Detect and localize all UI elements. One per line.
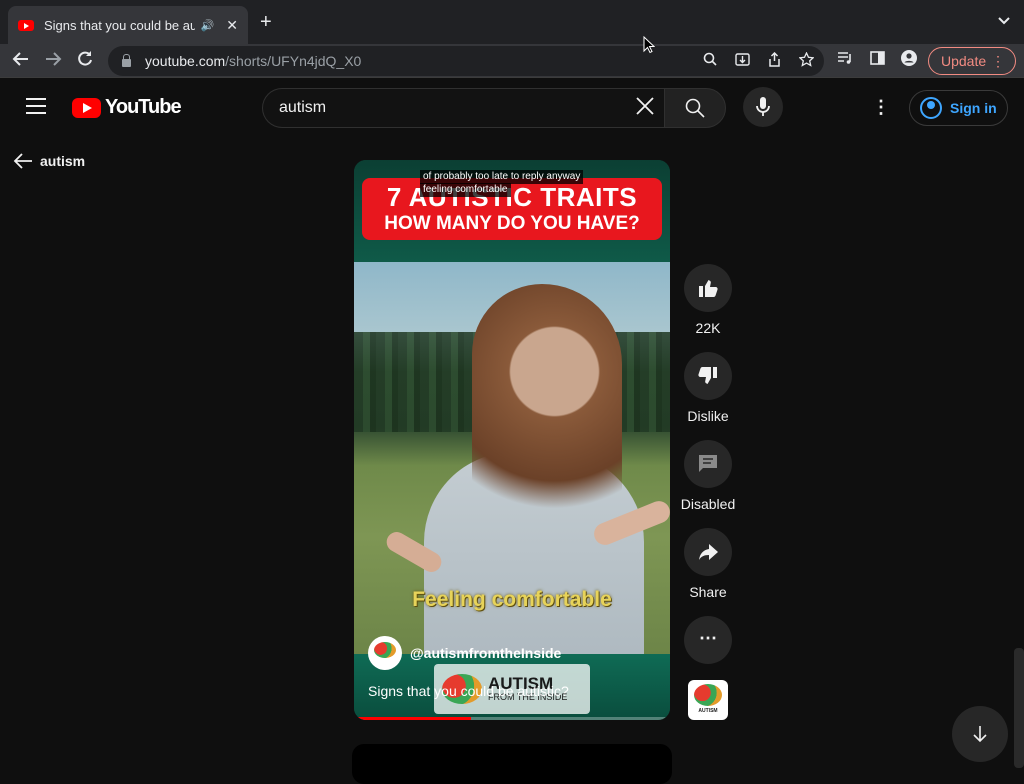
back-to-search[interactable]: autism xyxy=(12,150,85,172)
thumb-down-icon xyxy=(698,367,717,384)
sign-in-label: Sign in xyxy=(950,100,997,116)
reload-icon[interactable] xyxy=(74,50,96,72)
banner-line-2: HOW MANY DO YOU HAVE? xyxy=(384,213,640,234)
share-button[interactable] xyxy=(684,528,732,576)
update-label: Update xyxy=(941,53,987,69)
youtube-favicon-icon xyxy=(18,19,34,31)
share-arrow-icon xyxy=(699,544,718,560)
microphone-icon xyxy=(756,97,770,116)
tab-title: Signs that you could be autistic? xyxy=(44,17,195,33)
media-controls-icon[interactable] xyxy=(836,50,854,70)
channel-row[interactable]: @autismfromtheInside xyxy=(368,636,561,670)
video-progress-bar[interactable] xyxy=(354,717,670,720)
dislike-button[interactable] xyxy=(684,352,732,400)
tab-audio-icon[interactable]: 🔊 xyxy=(201,19,215,32)
dislike-action: Dislike xyxy=(680,352,736,424)
search-button[interactable] xyxy=(664,88,726,128)
search-icon xyxy=(685,98,705,118)
channel-avatar[interactable] xyxy=(368,636,402,670)
url-host: youtube.com xyxy=(145,53,226,69)
next-short-button[interactable] xyxy=(952,706,1008,762)
dislike-label: Dislike xyxy=(687,408,729,424)
channel-thumbnail-text: AUTISM xyxy=(698,708,718,714)
banner-line-1: 7 AUTISTIC TRAITS xyxy=(386,182,638,212)
caption-line-1: of probably too late to reply anyway xyxy=(420,170,584,184)
back-nav-icon[interactable] xyxy=(10,50,32,72)
side-panel-icon[interactable] xyxy=(868,50,886,70)
youtube-logo[interactable]: YouTube xyxy=(72,96,182,119)
short-title[interactable]: Signs that you could be autistic? xyxy=(368,683,569,699)
guide-menu-icon[interactable] xyxy=(26,98,46,114)
arrow-back-icon xyxy=(13,153,32,169)
clear-search-icon[interactable] xyxy=(634,95,660,121)
share-label: Share xyxy=(689,584,727,600)
voice-search-button[interactable] xyxy=(743,87,783,127)
arrow-down-icon xyxy=(973,726,987,743)
video-overlay-text: Feeling comfortable xyxy=(412,588,612,611)
address-bar[interactable]: youtube.com/shorts/UFYn4jdQ_X0 xyxy=(108,46,824,76)
short-video-player[interactable]: 7 AUTISTIC TRAITS HOW MANY DO YOU HAVE? … xyxy=(354,160,670,720)
share-action: Share xyxy=(680,528,736,600)
comment-icon xyxy=(699,455,717,472)
youtube-play-logo-icon xyxy=(72,97,101,118)
search-input[interactable]: autism xyxy=(262,88,664,128)
chrome-menu-icon[interactable]: ⋮ xyxy=(991,53,1005,70)
mouse-cursor-icon xyxy=(643,36,655,54)
install-app-icon[interactable] xyxy=(734,52,750,68)
like-count: 22K xyxy=(695,320,721,336)
url-path: /shorts/UFYn4jdQ_X0 xyxy=(225,53,362,69)
youtube-wordmark: YouTube xyxy=(105,96,182,118)
tab-close-icon[interactable]: ✕ xyxy=(226,17,238,34)
back-label: autism xyxy=(40,153,86,169)
like-button[interactable] xyxy=(684,264,732,312)
profile-icon[interactable] xyxy=(900,50,918,70)
youtube-header: YouTube autism ⋮ Sign in xyxy=(0,79,1024,135)
video-title-banner: 7 AUTISTIC TRAITS HOW MANY DO YOU HAVE? xyxy=(362,178,662,240)
browser-toolbar: youtube.com/shorts/UFYn4jdQ_X0 Update ⋮ xyxy=(0,44,1024,78)
new-tab-button[interactable]: + xyxy=(260,12,272,32)
thumb-up-icon xyxy=(699,280,718,297)
video-progress-fill xyxy=(354,717,471,720)
sign-in-button[interactable]: Sign in xyxy=(909,90,1008,126)
lock-icon[interactable] xyxy=(122,53,131,67)
tab-search-chevron-icon[interactable] xyxy=(998,14,1010,28)
comments-action: Disabled xyxy=(680,440,736,512)
comments-disabled-label: Disabled xyxy=(680,496,736,512)
share-page-icon[interactable] xyxy=(766,51,782,68)
zoom-search-icon[interactable] xyxy=(702,52,718,68)
more-actions-button[interactable]: ⋯ xyxy=(684,616,732,664)
like-action: 22K xyxy=(680,264,736,336)
settings-more-icon[interactable]: ⋮ xyxy=(872,96,890,118)
bookmark-star-icon[interactable] xyxy=(797,51,815,68)
channel-name[interactable]: @autismfromtheInside xyxy=(410,645,561,661)
update-button[interactable]: Update ⋮ xyxy=(928,47,1016,75)
channel-thumbnail[interactable]: AUTISM xyxy=(688,680,728,720)
browser-tab[interactable]: Signs that you could be autistic? 🔊 ✕ xyxy=(8,6,248,44)
short-actions: 22K Dislike Disabled Share ⋯ xyxy=(680,264,736,664)
browser-tab-strip: Signs that you could be autistic? 🔊 ✕ + xyxy=(0,0,1024,44)
caption-line-2: feeling comfortable xyxy=(420,183,511,197)
forward-nav-icon[interactable] xyxy=(42,50,64,72)
page-scrollbar[interactable] xyxy=(1014,648,1024,768)
comments-button[interactable] xyxy=(684,440,732,488)
woman-head xyxy=(472,284,622,534)
next-short-preview[interactable] xyxy=(352,744,672,784)
account-circle-icon xyxy=(920,97,942,119)
